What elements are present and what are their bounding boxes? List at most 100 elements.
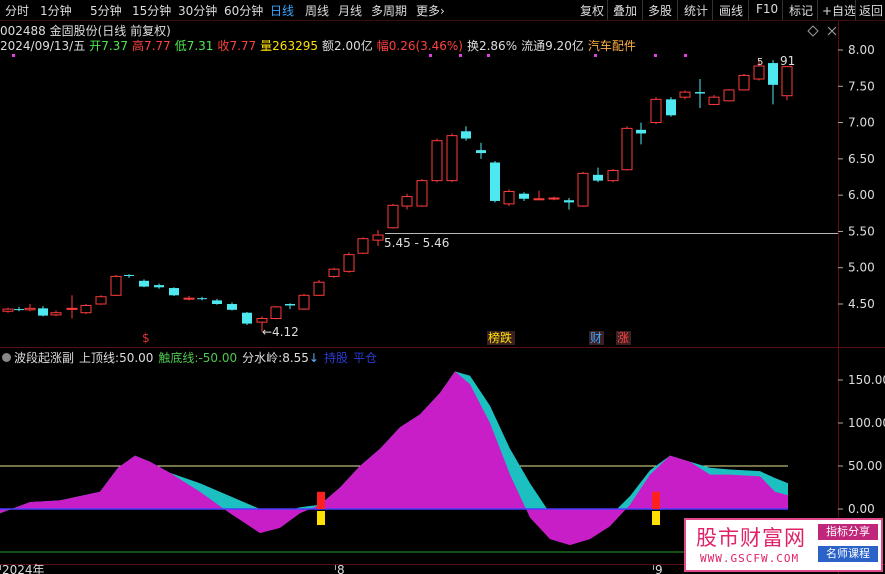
candle-body	[519, 193, 529, 199]
logo-tag-indicator-share[interactable]: 指标分享	[818, 524, 878, 540]
back-button[interactable]: 返回	[859, 2, 883, 19]
period-tab-weekly[interactable]: 周线	[305, 2, 329, 19]
price-axis-label: 6.00	[848, 188, 875, 202]
candle-body	[416, 180, 428, 207]
toolbar-divider	[607, 0, 608, 20]
candle-body	[242, 312, 252, 324]
candle-body	[183, 297, 195, 300]
price-axis-label: 6.50	[848, 152, 875, 166]
indicator-settings-icon[interactable]	[2, 353, 11, 362]
time-axis-label: 9	[655, 563, 663, 574]
toolbar-divider	[677, 0, 678, 20]
open-label: 开	[89, 39, 102, 53]
toolbar-divider	[817, 0, 818, 20]
candle-body	[564, 200, 574, 203]
buy-signal-red	[317, 491, 325, 509]
candle-body	[695, 92, 705, 94]
logo-url: WWW.GSCFW.COM	[700, 552, 800, 565]
candle-body	[313, 281, 325, 296]
amount-label: 额	[321, 39, 334, 53]
period-tab-15min[interactable]: 15分钟	[132, 2, 171, 19]
period-tab-fenshi[interactable]: 分时	[5, 2, 29, 19]
period-tab-monthly[interactable]: 月线	[338, 2, 362, 19]
indicator-axis-label: 100.00	[848, 416, 885, 430]
candle-body	[343, 254, 355, 272]
time-axis-label: 8	[337, 563, 345, 574]
candle-body	[446, 135, 458, 182]
price-axis-label: 4.50	[848, 297, 875, 311]
period-tab-daily[interactable]: 日线	[270, 2, 294, 19]
f10-button[interactable]: F10	[756, 2, 778, 16]
indicator-name: 波段起涨副	[14, 351, 75, 365]
buy-signal-red	[652, 491, 660, 509]
candle-body	[38, 308, 48, 316]
candle-body	[768, 63, 778, 85]
candle-body	[124, 274, 134, 276]
close-icon[interactable]	[827, 26, 837, 36]
signal-dot	[684, 54, 687, 57]
candle-body	[666, 99, 676, 116]
signal-area-magenta	[0, 371, 788, 546]
high-price-marker-prefix: 5	[757, 57, 763, 68]
close-value: 7.77	[229, 39, 257, 53]
candle-body	[298, 294, 310, 310]
stats-button[interactable]: 统计	[684, 2, 708, 19]
candle-body	[197, 298, 207, 300]
volume-value: 263295	[272, 39, 318, 53]
open-value: 7.37	[101, 39, 128, 53]
candle-body	[476, 150, 486, 154]
toolbar-divider	[782, 0, 783, 20]
candle-body	[781, 66, 793, 97]
candle-body	[753, 65, 765, 80]
logo-title: 股市财富网	[696, 526, 806, 550]
toolbar-divider	[855, 0, 856, 20]
mark-button[interactable]: 标记	[789, 2, 813, 19]
add-favorite-button[interactable]: +自选	[822, 2, 856, 19]
high-value: 7.77	[143, 39, 171, 53]
divide-line-value: 8.55	[282, 351, 309, 365]
candle-body	[533, 198, 545, 201]
candle-body	[139, 280, 149, 287]
lower-line-value: -50.00	[198, 351, 238, 365]
period-tab-60min[interactable]: 60分钟	[224, 2, 263, 19]
period-tab-30min[interactable]: 30分钟	[178, 2, 217, 19]
period-toolbar: 分时 1分钟 5分钟 15分钟 30分钟 60分钟 日线 周线 月线 多周期 更…	[0, 0, 885, 21]
candle-body	[24, 307, 36, 311]
low-value: 7.31	[186, 39, 214, 53]
signal-dot	[429, 54, 432, 57]
diamond-icon[interactable]	[807, 25, 819, 37]
chart-canvas: ←4.12 5.45 - 5.46 5 91 $ 榜跌 财 涨 8.00 7.50 7.00 6.5…	[0, 20, 885, 574]
candle-body	[372, 234, 384, 241]
period-tab-1min[interactable]: 1分钟	[40, 2, 72, 19]
toolbar-divider	[748, 0, 749, 20]
candle-body	[2, 308, 14, 312]
overlay-button[interactable]: 叠加	[613, 2, 637, 19]
logo-tag-courses[interactable]: 名师课程	[818, 546, 878, 562]
draw-line-button[interactable]: 画线	[719, 2, 743, 19]
event-marker-3: 涨	[617, 330, 629, 345]
event-marker-1: 榜跌	[488, 330, 512, 345]
fuquan-button[interactable]: 复权	[580, 2, 604, 19]
period-tab-multi[interactable]: 多周期	[371, 2, 407, 19]
candle-body	[577, 172, 589, 207]
buy-signal-yellow	[652, 511, 660, 525]
upper-line-value: 50.00	[119, 351, 154, 365]
lower-line-label: 触底线:	[158, 351, 199, 365]
period-tab-more[interactable]: 更多›	[416, 2, 445, 19]
turnover-value: 2.86%	[478, 39, 518, 53]
candle-body	[154, 285, 164, 288]
candle-body	[212, 300, 222, 304]
bar-date: 2024/09/13/五	[0, 39, 86, 53]
candle-body	[461, 131, 471, 139]
event-marker-bg	[141, 331, 156, 345]
candle-body	[328, 268, 340, 277]
price-axis-label: 7.50	[848, 79, 875, 93]
change-label: 幅	[376, 39, 389, 53]
event-marker-2: 财	[590, 331, 602, 345]
high-label: 高	[131, 39, 144, 53]
period-tab-5min[interactable]: 5分钟	[90, 2, 122, 19]
gscfw-logo: 股市财富网 WWW.GSCFW.COM 指标分享 名师课程	[684, 518, 883, 572]
time-axis-label: 2024年	[2, 563, 45, 574]
multi-stock-button[interactable]: 多股	[648, 2, 672, 19]
high-price-marker: 91	[780, 54, 795, 68]
